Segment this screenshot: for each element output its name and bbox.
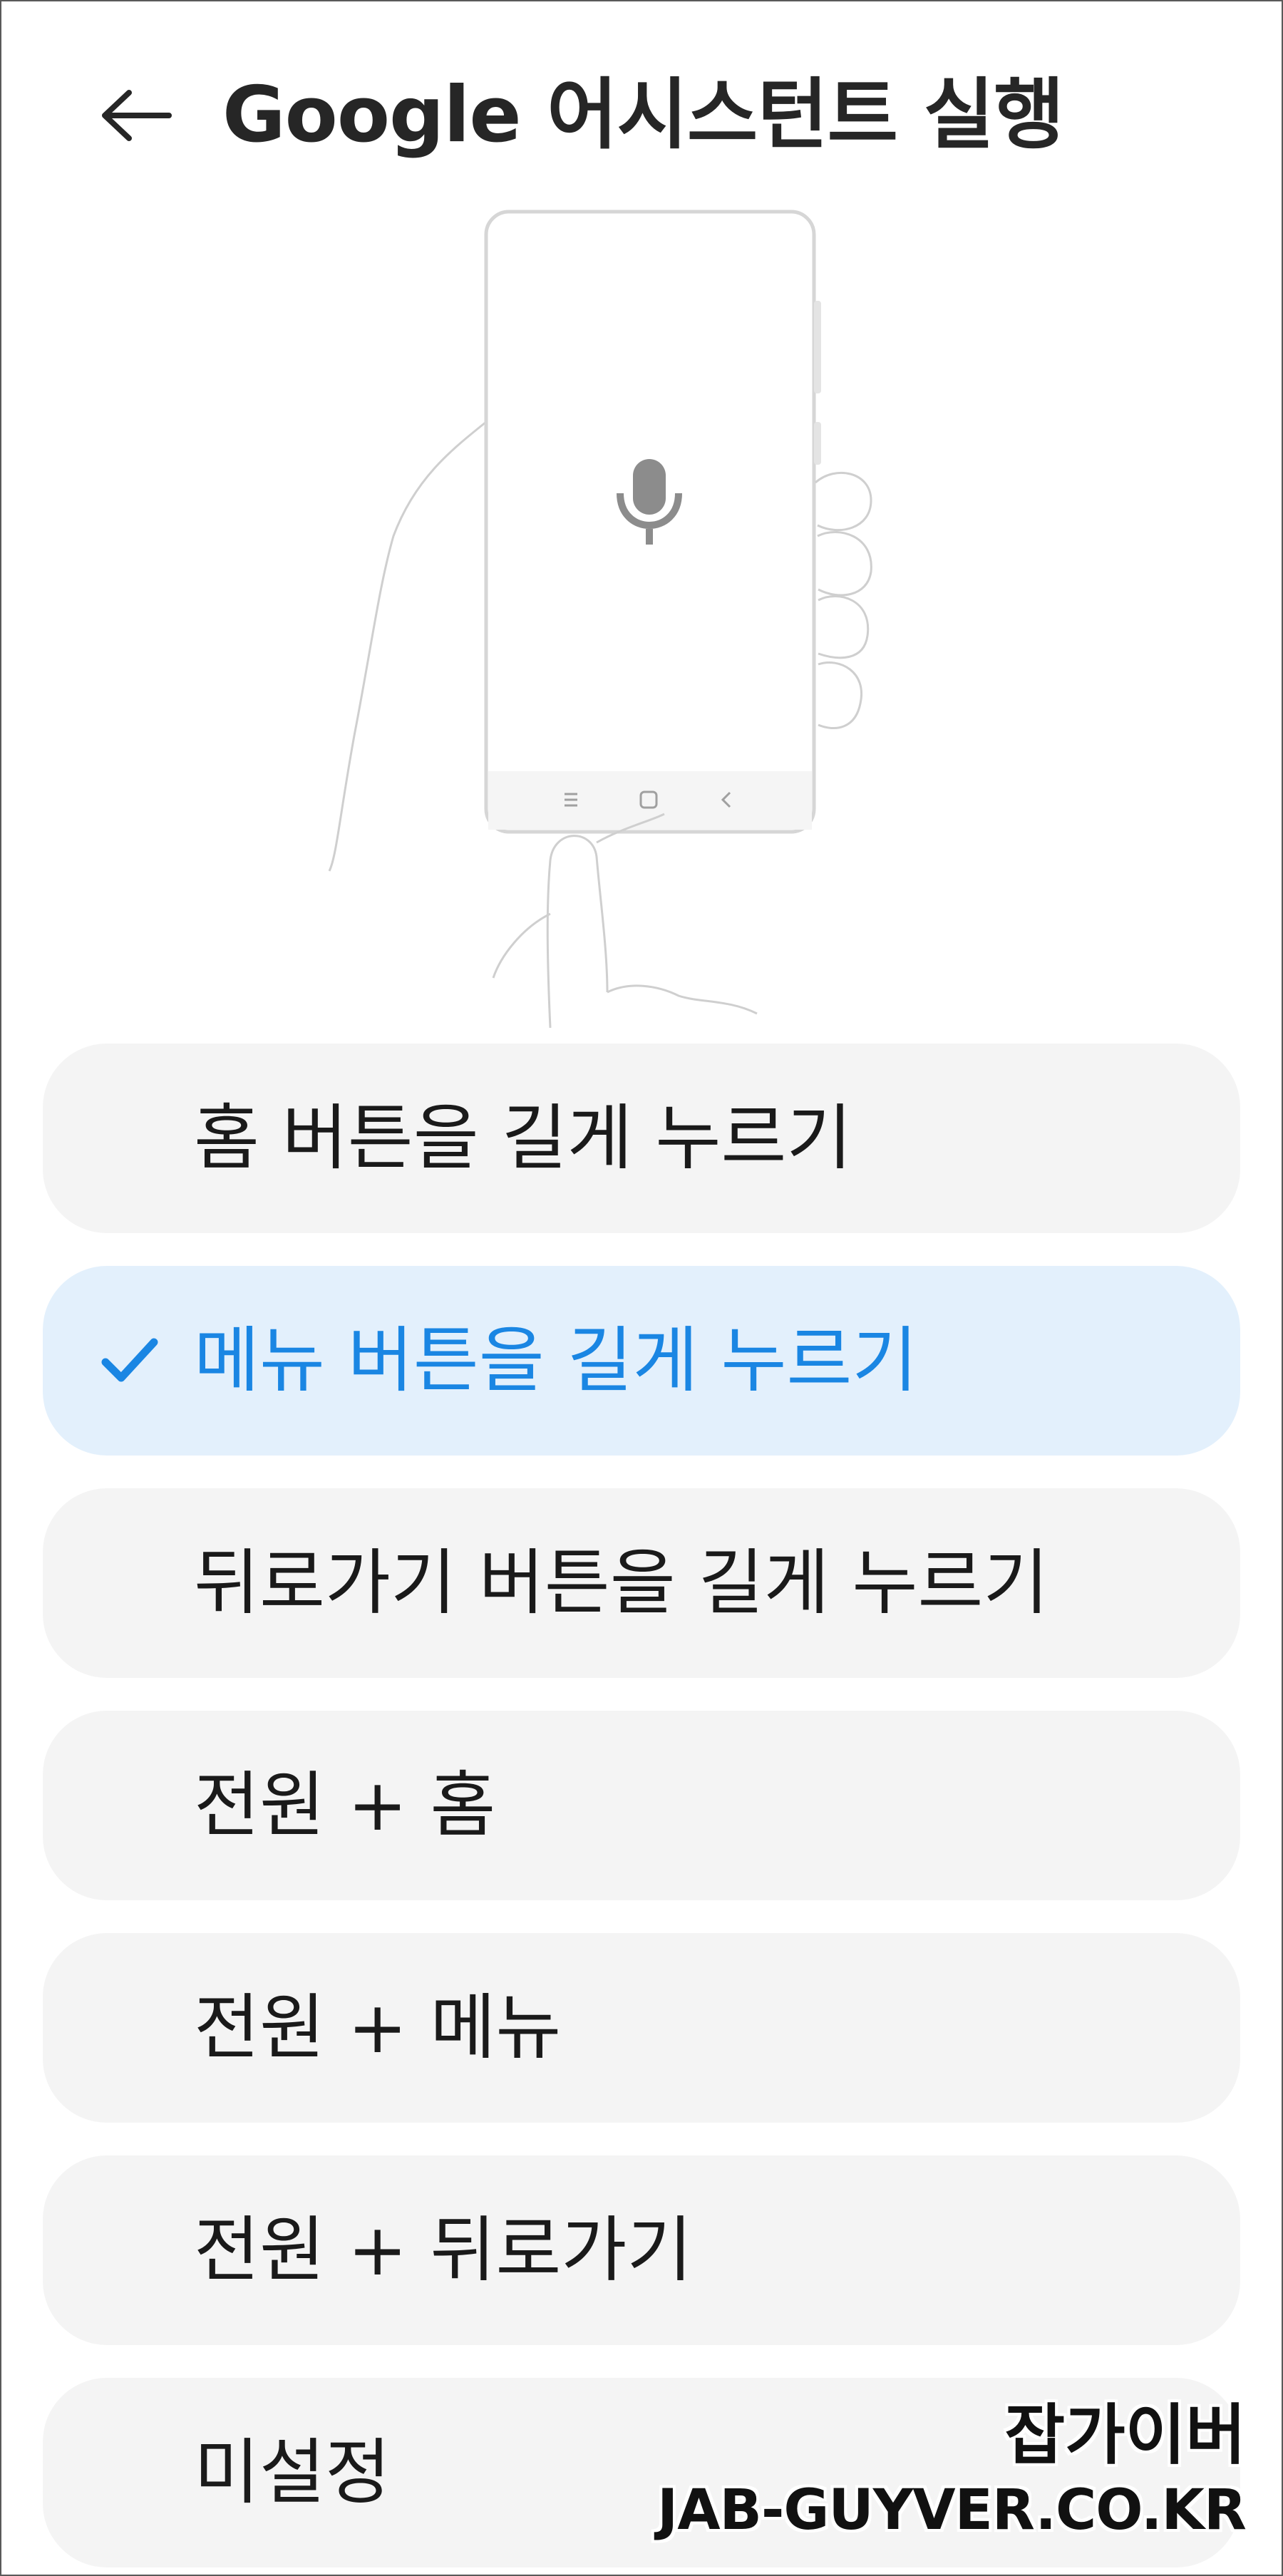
watermark: 잡가이버 JAB-GUYVER.CO.KR <box>657 2396 1247 2546</box>
option-label: 홈 버튼을 길게 누르기 <box>194 1096 852 1180</box>
option-label: 전원 + 메뉴 <box>194 1986 562 2069</box>
page-title: Google 어시스턴트 실행 <box>222 71 1064 160</box>
option-label: 미설정 <box>194 2431 391 2514</box>
option-menu-long-press[interactable]: 메뉴 버튼을 길게 누르기 <box>43 1266 1240 1456</box>
option-power-home[interactable]: 전원 + 홈 <box>43 1711 1240 1900</box>
arrow-left-icon <box>102 90 172 141</box>
option-back-long-press[interactable]: 뒤로가기 버튼을 길게 누르기 <box>43 1488 1240 1678</box>
back-button[interactable] <box>87 66 187 165</box>
option-power-back[interactable]: 전원 + 뒤로가기 <box>43 2155 1240 2345</box>
watermark-title: 잡가이버 <box>1004 2397 1246 2473</box>
option-home-long-press[interactable]: 홈 버튼을 길게 누르기 <box>43 1044 1240 1233</box>
hand-outline <box>328 421 487 872</box>
screen: Google 어시스턴트 실행 홈 버튼을 길게 누르기 메뉴 버튼을 길게 누… <box>0 0 1283 2576</box>
assistant-illustration <box>328 210 872 1028</box>
app-bar: Google 어시스턴트 실행 <box>1 37 1283 187</box>
option-label: 뒤로가기 버튼을 길게 누르기 <box>194 1541 1049 1624</box>
pressing-finger <box>492 813 758 1028</box>
option-label: 전원 + 뒤로가기 <box>194 2208 693 2292</box>
watermark-url: JAB-GUYVER.CO.KR <box>657 2478 1247 2542</box>
option-label: 메뉴 버튼을 길게 누르기 <box>194 1319 918 1402</box>
fingers <box>815 471 872 730</box>
option-label: 전원 + 홈 <box>194 1763 496 1847</box>
checkmark-icon <box>101 1338 158 1382</box>
option-power-menu[interactable]: 전원 + 메뉴 <box>43 1933 1240 2123</box>
